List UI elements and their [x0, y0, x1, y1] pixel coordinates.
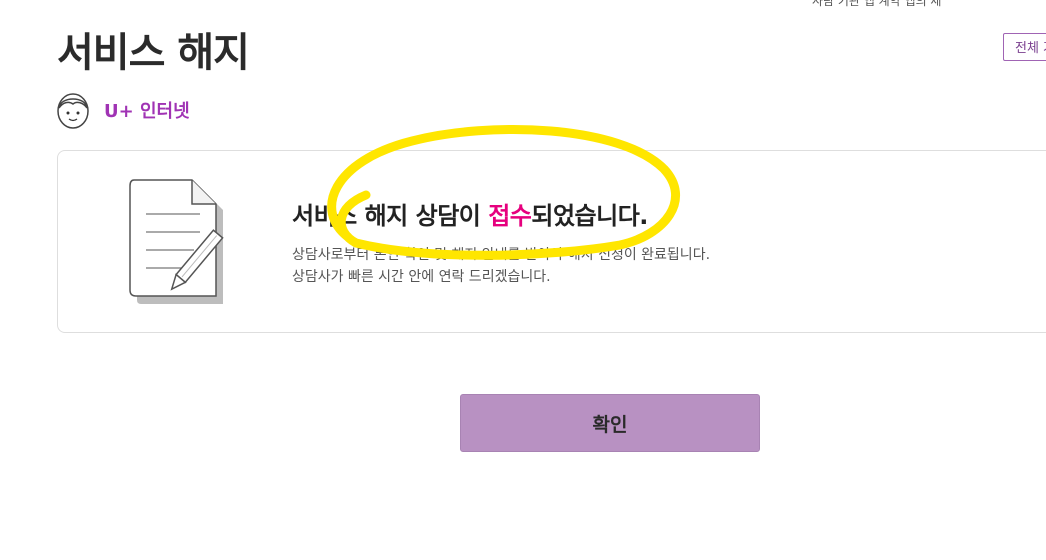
top-cut-text: 사람 기관 앱 계약 앱의 세	[812, 0, 942, 8]
description-line-2: 상담사가 빠른 시간 안에 연락 드리겠습니다.	[292, 269, 551, 285]
result-description: 상담사로부터 본인 확인 및 해지 안내를 받아야 해지 신청이 완료됩니다. 상…	[292, 244, 710, 288]
confirm-button[interactable]: 확인	[460, 394, 760, 452]
headline-text-before: 서비스 해지 상담이	[292, 202, 489, 230]
description-line-1: 상담사로부터 본인 확인 및 해지 안내를 받아야 해지 신청이 완료됩니다.	[292, 247, 711, 263]
headline-text-after: 되었습니다.	[531, 202, 648, 230]
headline-highlight: 접수	[488, 202, 532, 230]
service-row: U+ 인터넷	[56, 90, 190, 130]
page-title: 서비스 해지	[57, 30, 250, 76]
service-name: U+ 인터넷	[104, 101, 190, 122]
face-avatar-icon	[57, 93, 89, 129]
document-pencil-icon	[129, 179, 224, 304]
result-headline: 서비스 해지 상담이 접수되었습니다.	[292, 196, 648, 231]
view-all-button[interactable]: 전체 가	[1003, 33, 1046, 61]
